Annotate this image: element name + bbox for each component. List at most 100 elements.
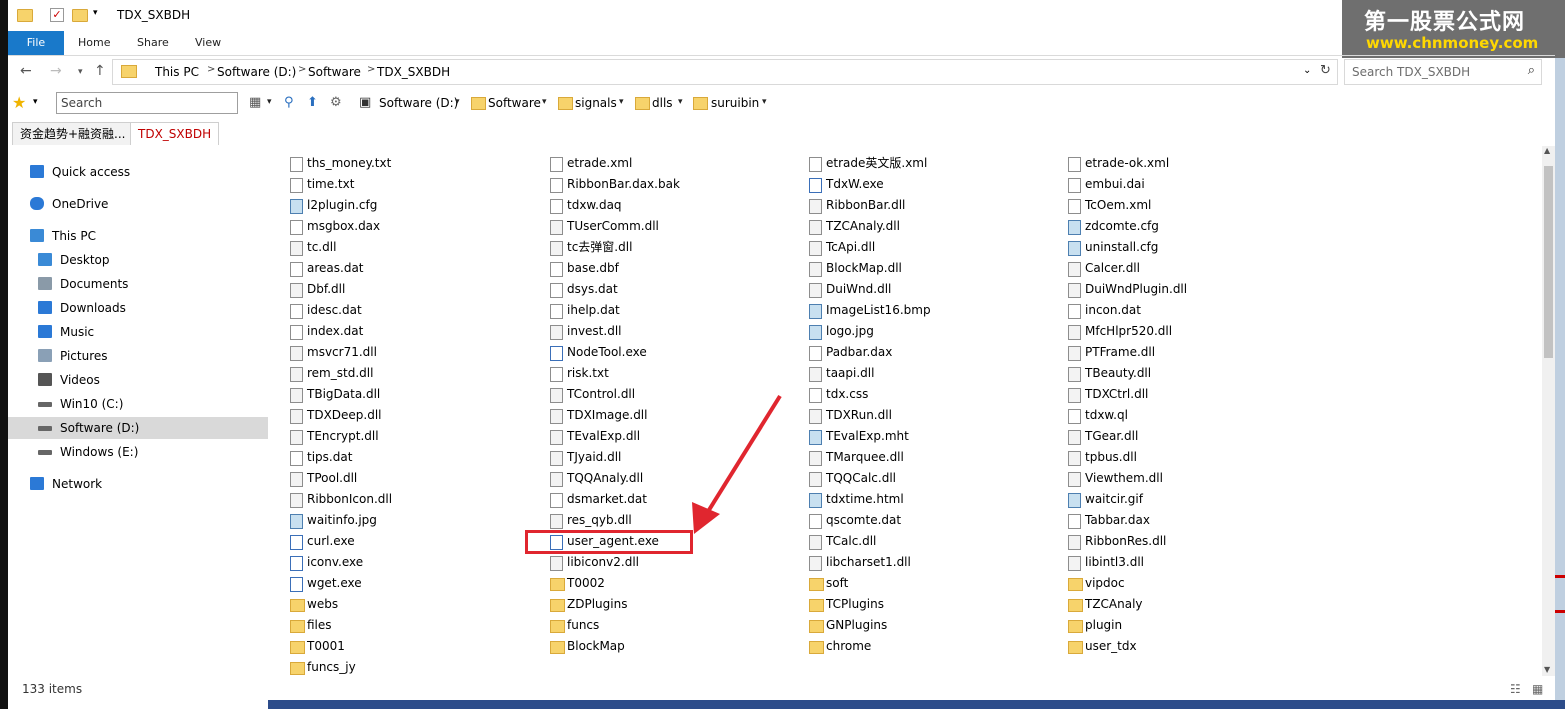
up-level-icon[interactable]: ⬆ — [307, 95, 318, 110]
status-bar: 133 items ☷ ▦ — [8, 679, 1555, 699]
exe-file-icon — [290, 577, 303, 592]
file-name: RibbonBar.dax.bak — [567, 177, 680, 191]
file-name: iconv.exe — [307, 555, 364, 569]
recent-locations-icon[interactable]: ▾ — [78, 67, 83, 77]
toolbar-location-suruibin[interactable]: suruibin — [711, 96, 759, 110]
toolbar-location-dlls[interactable]: dlls — [652, 96, 673, 110]
file-name: TdxW.exe — [826, 177, 884, 191]
file-name: uninstall.cfg — [1085, 240, 1159, 254]
chevron-down-icon[interactable]: ▾ — [678, 97, 683, 107]
pictures-icon — [38, 349, 52, 362]
file-name: libiconv2.dll — [567, 555, 639, 569]
chevron-down-icon[interactable]: ⌄ — [1303, 65, 1311, 76]
file-icon — [290, 178, 303, 193]
nav-item-label: Software (D:) — [60, 421, 140, 435]
nav-item-label: This PC — [52, 229, 96, 243]
file-name: webs — [307, 597, 339, 611]
tab-file[interactable]: File — [8, 31, 64, 55]
tab-share[interactable]: Share — [137, 31, 169, 55]
settings-gear-icon[interactable]: ⚙ — [330, 95, 342, 110]
chevron-down-icon[interactable]: ▾ — [267, 97, 272, 107]
new-folder-icon[interactable] — [72, 9, 88, 22]
dll-file-icon — [290, 430, 303, 445]
vertical-scrollbar[interactable]: ▲ ▼ — [1542, 146, 1555, 676]
chevron-down-icon[interactable]: ▾ — [542, 97, 547, 107]
up-arrow-icon[interactable]: ↑ — [94, 63, 106, 79]
file-icon — [550, 493, 563, 508]
address-bar[interactable]: This PC > Software (D:) > Software > TDX… — [112, 59, 1338, 85]
details-view-icon[interactable]: ☷ — [1510, 682, 1521, 696]
search-input[interactable]: Search TDX_SXBDH ⌕ — [1344, 59, 1542, 85]
file-name: TQQAnaly.dll — [567, 471, 644, 485]
folder-tab-zijin[interactable]: 资金趋势+融资融... — [12, 122, 134, 145]
favorites-star-icon[interactable]: ★ — [12, 93, 26, 112]
breadcrumb-tdx-sxbdh[interactable]: TDX_SXBDH — [377, 65, 450, 79]
chevron-down-icon[interactable]: ▾ — [762, 97, 767, 107]
file-name: ths_money.txt — [307, 156, 392, 170]
toolbar-location-software[interactable]: Software — [488, 96, 541, 110]
properties-icon[interactable]: ✓ — [50, 8, 64, 22]
dll-file-icon — [809, 472, 822, 487]
search-icon[interactable]: ⌕ — [1528, 63, 1535, 78]
watermark-url: www.chnmoney.com — [1366, 34, 1539, 52]
file-icon — [290, 451, 303, 466]
dll-file-icon — [809, 283, 822, 298]
file-icon — [290, 157, 303, 172]
large-icons-view-icon[interactable]: ▦ — [1532, 682, 1543, 696]
nav-item-label: Documents — [60, 277, 129, 291]
breadcrumb-software[interactable]: Software — [308, 65, 361, 79]
tab-view[interactable]: View — [195, 31, 221, 55]
file-name: tdxtime.html — [826, 492, 904, 506]
addon-toolbar: ★ ▾ Search ▦ ▾ ⚲ ⬆ ⚙ ▣ Software (D:) ▾ S… — [8, 88, 1555, 118]
file-name: ZDPlugins — [567, 597, 628, 611]
chevron-right-icon[interactable]: > — [298, 64, 306, 75]
toolbar-location-software-d[interactable]: Software (D:) — [379, 96, 458, 110]
breadcrumb-this-pc[interactable]: This PC — [155, 65, 199, 79]
forward-arrow-icon[interactable]: → — [50, 63, 62, 79]
image-file-icon — [809, 304, 822, 319]
customize-quick-access-icon[interactable]: ▾ — [93, 8, 98, 18]
folder-tab-tdx-sxbdh[interactable]: TDX_SXBDH — [130, 122, 220, 145]
highlight-box — [525, 530, 693, 554]
breadcrumb-software-d[interactable]: Software (D:) — [217, 65, 296, 79]
refresh-icon[interactable]: ↻ — [1320, 63, 1331, 78]
file-name: ImageList16.bmp — [826, 303, 931, 317]
dll-file-icon — [550, 325, 563, 340]
link-icon[interactable]: ⚲ — [284, 95, 294, 110]
folder-icon — [550, 641, 565, 654]
dll-file-icon — [1068, 451, 1081, 466]
file-name: base.dbf — [567, 261, 619, 275]
file-name: user_tdx — [1085, 639, 1137, 653]
download-icon — [38, 301, 52, 314]
folder-icon — [290, 599, 305, 612]
toolbar-location-signals[interactable]: signals — [575, 96, 617, 110]
file-name: T0002 — [567, 576, 605, 590]
file-icon — [809, 388, 822, 403]
file-name: msvcr71.dll — [307, 345, 377, 359]
chevron-right-icon[interactable]: > — [367, 64, 375, 75]
chevron-down-icon[interactable]: ▾ — [619, 97, 624, 107]
toolbar-search-input[interactable]: Search — [56, 92, 238, 114]
dll-file-icon — [550, 472, 563, 487]
scroll-up-icon[interactable]: ▲ — [1544, 146, 1550, 155]
folder-icon — [550, 620, 565, 633]
scroll-down-icon[interactable]: ▼ — [1544, 665, 1550, 674]
back-arrow-icon[interactable]: ← — [20, 63, 32, 79]
scrollbar-thumb[interactable] — [1544, 166, 1553, 358]
tab-home[interactable]: Home — [78, 31, 110, 55]
chevron-down-icon[interactable]: ▾ — [455, 97, 460, 107]
file-name: TGear.dll — [1085, 429, 1139, 443]
dll-file-icon — [1068, 325, 1081, 340]
nav-item-label: OneDrive — [52, 197, 109, 211]
item-count: 133 items — [22, 682, 83, 696]
background-window-edge — [1555, 55, 1565, 709]
folder-icon — [635, 97, 650, 110]
exe-file-icon — [290, 556, 303, 571]
drive-icon: ▣ — [359, 95, 372, 110]
dll-file-icon — [1068, 556, 1081, 571]
view-options-icon[interactable]: ▦ — [249, 95, 261, 110]
chevron-right-icon[interactable]: > — [207, 64, 215, 75]
file-name: TControl.dll — [567, 387, 636, 401]
chevron-down-icon[interactable]: ▾ — [33, 97, 38, 107]
nav-item-label: Network — [52, 477, 103, 491]
